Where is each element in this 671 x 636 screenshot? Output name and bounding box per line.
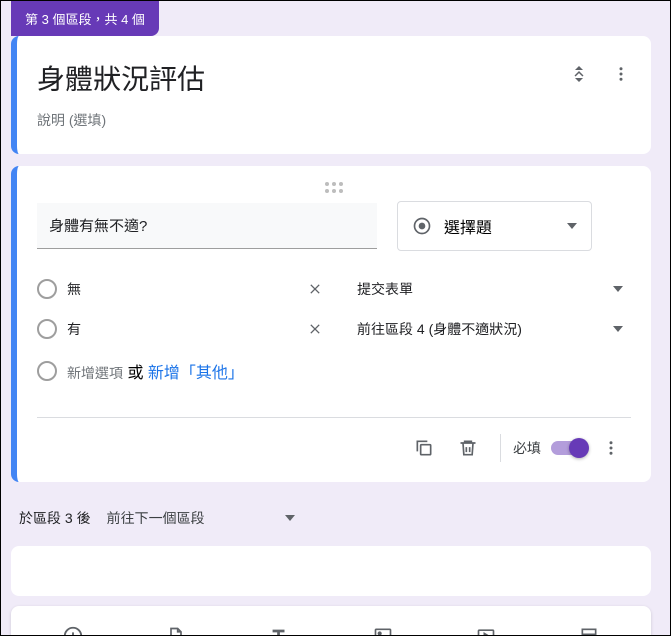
goto-select[interactable]: 前往區段 4 (身體不適狀況) <box>357 319 631 339</box>
dropdown-arrow-icon <box>613 326 623 332</box>
question-type-select[interactable]: 選擇題 <box>397 201 592 251</box>
question-type-label: 選擇題 <box>444 214 492 238</box>
divider <box>37 417 631 418</box>
after-section-row: 於區段 3 後 前往下一個區段 <box>11 492 651 546</box>
delete-icon[interactable] <box>448 428 488 468</box>
dropdown-arrow-icon <box>613 286 623 292</box>
add-image-icon[interactable] <box>365 618 401 635</box>
radio-empty-icon <box>37 279 57 299</box>
drag-handle-icon[interactable] <box>37 182 631 193</box>
floating-toolbar <box>11 606 651 635</box>
add-section-icon[interactable] <box>571 618 607 635</box>
radio-empty-icon <box>37 361 57 381</box>
add-question-icon[interactable] <box>55 618 91 635</box>
after-section-label: 於區段 3 後 <box>19 508 91 528</box>
dropdown-arrow-icon <box>567 223 577 229</box>
separator <box>500 434 501 462</box>
collapse-section-icon[interactable] <box>559 54 599 94</box>
add-option-button[interactable]: 新增選項 <box>67 365 123 381</box>
remove-option-icon[interactable] <box>307 281 347 297</box>
section-header-card[interactable]: 身體狀況評估 說明 (選填) <box>11 36 651 154</box>
next-card-placeholder[interactable] <box>11 546 651 596</box>
more-options-icon[interactable] <box>601 54 641 94</box>
section-description[interactable]: 說明 (選填) <box>37 110 631 130</box>
duplicate-icon[interactable] <box>404 428 444 468</box>
radio-empty-icon <box>37 319 57 339</box>
add-option-row: 新增選項 或 新增「其他」 <box>37 349 631 393</box>
goto-label: 前往區段 4 (身體不適狀況) <box>357 319 522 339</box>
radio-icon <box>412 216 432 236</box>
after-section-value: 前往下一個區段 <box>107 508 205 528</box>
or-text: 或 <box>127 365 147 382</box>
required-label: 必填 <box>513 438 541 458</box>
question-text-input[interactable] <box>37 203 377 249</box>
after-section-select[interactable]: 前往下一個區段 <box>107 508 295 528</box>
import-questions-icon[interactable] <box>158 618 194 635</box>
option-row: 有 前往區段 4 (身體不適狀況) <box>37 309 631 349</box>
add-video-icon[interactable] <box>468 618 504 635</box>
option-row: 無 提交表單 <box>37 269 631 309</box>
add-title-icon[interactable] <box>261 618 297 635</box>
more-options-icon[interactable] <box>591 428 631 468</box>
required-toggle[interactable] <box>551 441 587 455</box>
dropdown-arrow-icon <box>285 515 295 521</box>
section-badge: 第 3 個區段，共 4 個 <box>11 1 159 36</box>
goto-select[interactable]: 提交表單 <box>357 279 631 299</box>
option-text-input[interactable]: 無 <box>67 279 297 299</box>
remove-option-icon[interactable] <box>307 321 347 337</box>
goto-label: 提交表單 <box>357 279 413 299</box>
add-other-button[interactable]: 新增「其他」 <box>148 365 244 382</box>
question-card[interactable]: 選擇題 無 提交表單 <box>11 166 651 482</box>
option-text-input[interactable]: 有 <box>67 319 297 339</box>
section-title[interactable]: 身體狀況評估 <box>37 58 631 98</box>
